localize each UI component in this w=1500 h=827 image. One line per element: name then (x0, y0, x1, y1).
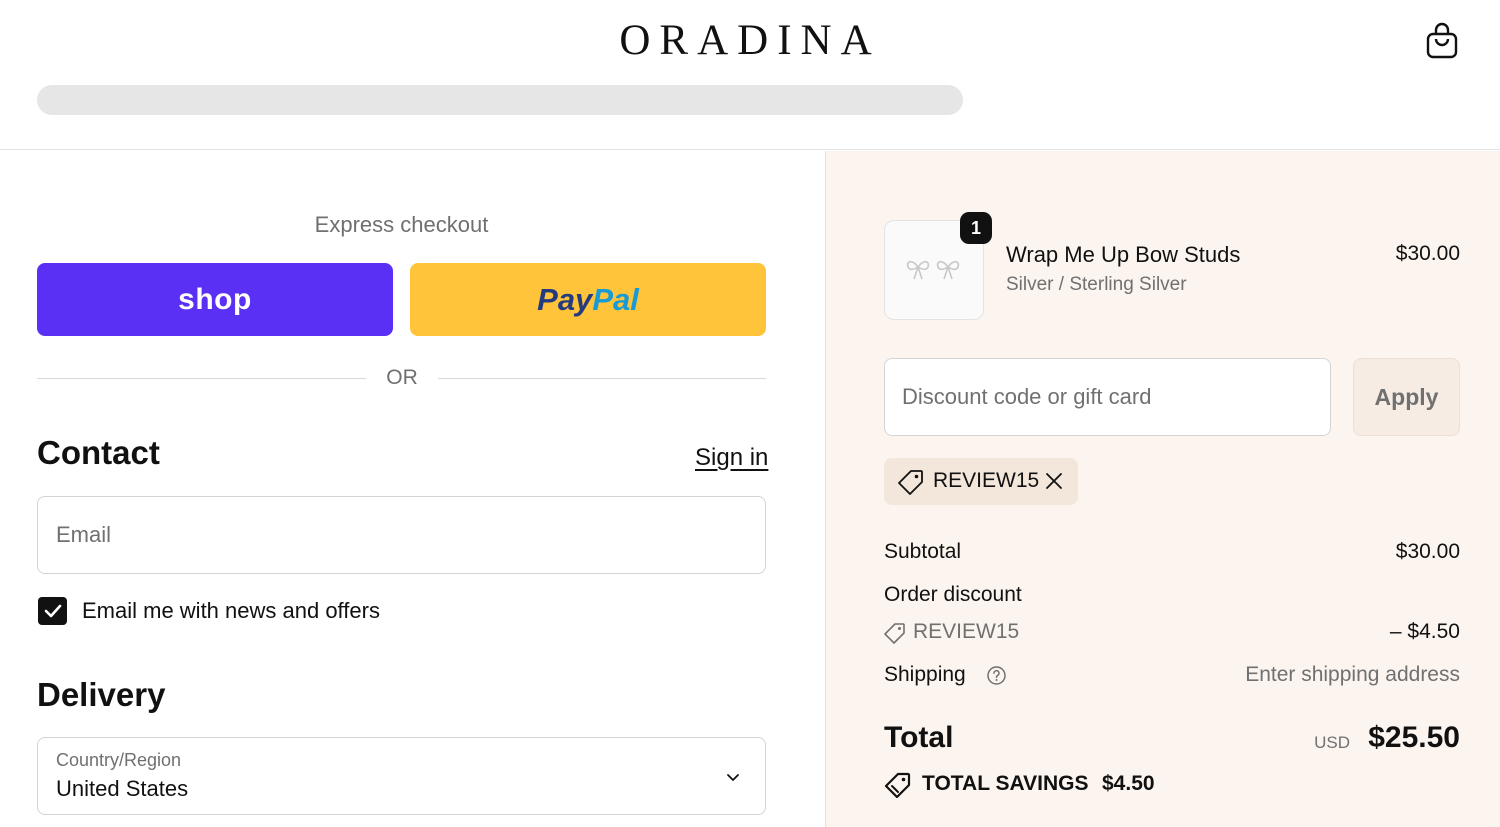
shopping-bag-icon[interactable] (1424, 22, 1460, 60)
question-circle-icon[interactable] (986, 665, 1007, 686)
product-name: Wrap Me Up Bow Studs (1006, 242, 1241, 267)
remove-discount-icon[interactable] (1044, 471, 1064, 491)
brand-logo[interactable]: ORADINA (0, 16, 1500, 65)
applied-discount-chip: REVIEW15 (884, 458, 1078, 505)
express-checkout-label: Express checkout (314, 212, 489, 237)
checkmark-icon (44, 604, 61, 618)
delivery-heading: Delivery (37, 676, 166, 713)
checkout-progress-bar (37, 85, 963, 115)
product-variant: Silver / Sterling Silver (1006, 274, 1187, 295)
newsletter-label: Email me with news and offers (82, 598, 380, 623)
site-header: ORADINA (0, 0, 1500, 150)
bow-earrings-image (906, 260, 960, 280)
country-value: United States (56, 776, 189, 801)
savings-tag-icon (884, 772, 911, 798)
product-price: $30.00 (1395, 242, 1460, 265)
total-currency: USD (1314, 733, 1350, 752)
quantity-badge: 1 (960, 212, 992, 244)
country-label: Country/Region (56, 750, 182, 770)
contact-heading: Contact (37, 434, 160, 471)
applied-discount-code: REVIEW15 (933, 469, 1040, 492)
total-savings-value: $4.50 (1102, 772, 1155, 795)
discount-code-input[interactable] (884, 358, 1331, 436)
country-select[interactable]: Country/Region United States (37, 737, 766, 815)
total-value: $25.50 (1368, 721, 1460, 754)
order-discount-label: Order discount (884, 583, 1022, 606)
order-discount-value: – $4.50 (1389, 620, 1460, 643)
shipping-value: Enter shipping address (1245, 663, 1460, 686)
paypal-button[interactable]: Pay Pal (410, 263, 766, 336)
shop-pay-button[interactable]: shop (37, 263, 393, 336)
total-savings-label: TOTAL SAVINGS (922, 772, 1089, 795)
apply-discount-button[interactable]: Apply (1353, 358, 1460, 436)
total-label: Total (884, 721, 954, 754)
subtotal-value: $30.00 (1395, 540, 1460, 563)
paypal-label-pay: Pay (537, 281, 593, 317)
newsletter-checkbox[interactable] (38, 597, 67, 625)
or-divider-label: OR (386, 366, 418, 389)
divider-left (37, 378, 366, 379)
shop-pay-label: shop (178, 282, 252, 316)
subtotal-label: Subtotal (884, 540, 962, 563)
divider-right (438, 378, 766, 379)
email-field[interactable] (37, 496, 766, 574)
tag-icon (884, 623, 905, 644)
paypal-label-pal: Pal (592, 281, 639, 317)
tag-icon (898, 470, 923, 495)
chevron-down-icon (727, 774, 739, 781)
order-discount-code: REVIEW15 (913, 620, 1020, 643)
shipping-label: Shipping (884, 663, 966, 686)
sign-in-link[interactable]: Sign in (695, 444, 768, 472)
